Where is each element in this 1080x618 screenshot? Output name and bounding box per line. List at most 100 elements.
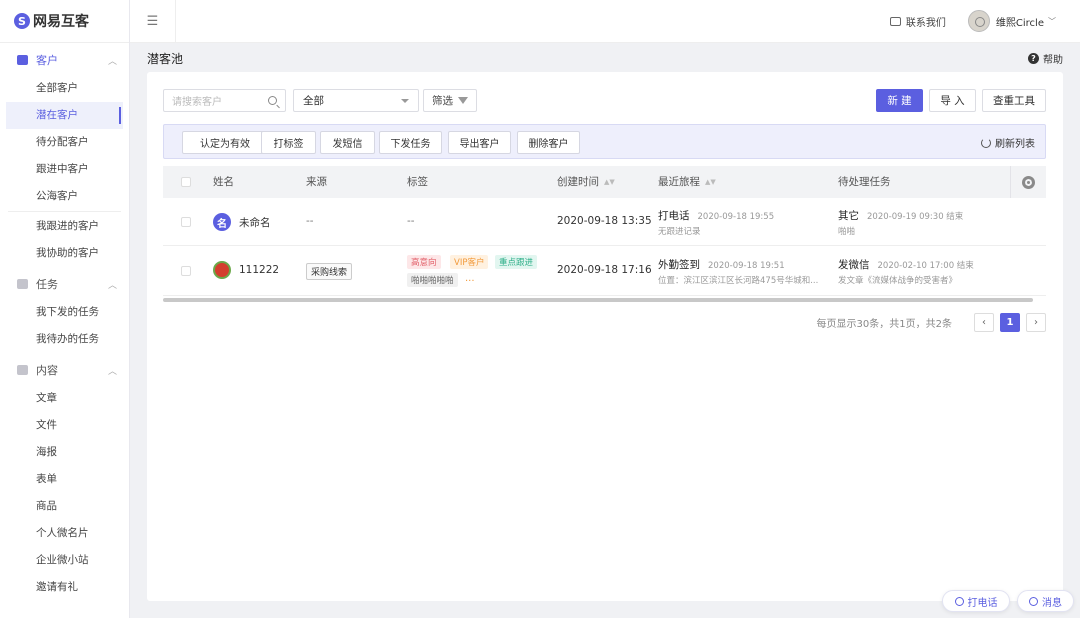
sidebar-item-files[interactable]: 文件 xyxy=(0,412,129,439)
search-input[interactable]: 请搜索客户 xyxy=(163,89,286,112)
customer-name[interactable]: 111222 xyxy=(239,264,279,276)
pagination: 每页显示30条，共1页，共2条 ‹ 1 › xyxy=(817,313,1046,332)
sidebar-item-all-customers[interactable]: 全部客户 xyxy=(0,75,129,102)
sidebar-item-forms[interactable]: 表单 xyxy=(0,466,129,493)
sidebar-item-following-customers[interactable]: 跟进中客户 xyxy=(0,156,129,183)
task-title: 其它 xyxy=(838,210,859,222)
search-placeholder: 请搜索客户 xyxy=(172,97,222,108)
journey-title: 打电话 xyxy=(658,210,690,222)
avatar xyxy=(967,10,990,32)
chevron-up-icon: ︿ xyxy=(107,280,117,291)
sidebar-item-referral[interactable]: 邀请有礼 xyxy=(0,574,129,601)
customer-card-icon xyxy=(17,55,28,65)
help-link[interactable]: ? 帮助 xyxy=(1028,51,1063,66)
help-label: 帮助 xyxy=(1043,55,1063,66)
new-button[interactable]: 新 建 xyxy=(876,89,923,112)
menu-toggle-button[interactable]: ☰ xyxy=(130,0,176,43)
export-customers-button[interactable]: 导出客户 xyxy=(448,131,511,154)
dedupe-tool-button[interactable]: 查重工具 xyxy=(982,89,1046,112)
message-float-button[interactable]: 消息 xyxy=(1017,590,1074,612)
table-header: 姓名 来源 标签 创建时间 ▲▼ 最近旅程 ▲▼ 待处理任务 xyxy=(163,166,1046,198)
table-row[interactable]: 111222 采购线索 高意向 VIP客户 重点跟进 啪啪啪啪啪 ... 202… xyxy=(163,246,1046,296)
assign-task-button[interactable]: 下发任务 xyxy=(379,131,442,154)
customer-tags: -- xyxy=(407,215,415,227)
table-row[interactable]: 名 未命名 -- -- 2020-09-18 13:35 打电话 2020-09-… xyxy=(163,198,1046,246)
tag-vip: VIP客户 xyxy=(450,255,489,269)
mark-valid-button[interactable]: 认定为有效 xyxy=(182,131,268,154)
delete-customers-button[interactable]: 删除客户 xyxy=(517,131,580,154)
sidebar-item-micro-site[interactable]: 企业微小站 xyxy=(0,547,129,574)
brand-logo[interactable]: S 网易互客 xyxy=(0,0,129,43)
chat-icon xyxy=(889,16,901,26)
sidebar-item-public-customers[interactable]: 公海客户 xyxy=(0,183,129,210)
column-journey-label: 最近旅程 xyxy=(658,176,700,188)
tag-key-follow: 重点跟进 xyxy=(495,255,538,269)
avatar: 名 xyxy=(213,213,231,231)
help-icon: ? xyxy=(1028,53,1039,64)
select-value: 全部 xyxy=(303,95,324,107)
sidebar-item-posters[interactable]: 海报 xyxy=(0,439,129,466)
contact-label: 联系我们 xyxy=(905,17,946,29)
contact-us-link[interactable]: 联系我们 xyxy=(889,14,946,29)
created-time: 2020-09-18 17:16 xyxy=(557,264,652,276)
phone-icon xyxy=(954,596,964,606)
sidebar-item-my-assisted[interactable]: 我协助的客户 xyxy=(0,240,129,267)
journey-time: 2020-09-18 19:51 xyxy=(708,261,785,271)
bulk-action-bar: 认定为有效 打标签 发短信 下发任务 导出客户 删除客户 刷新列表 xyxy=(163,124,1046,159)
task-entry: 发微信 2020-02-10 17:00 结束 xyxy=(838,257,974,272)
next-page-button[interactable]: › xyxy=(1026,313,1046,332)
tag-high-intent: 高意向 xyxy=(407,255,441,269)
chevron-up-icon: ︿ xyxy=(107,56,117,67)
row-checkbox[interactable] xyxy=(181,217,191,227)
gear-icon xyxy=(1022,175,1035,189)
sidebar-item-unassigned-customers[interactable]: 待分配客户 xyxy=(0,129,129,156)
sidebar-item-articles[interactable]: 文章 xyxy=(0,385,129,412)
column-source: 来源 xyxy=(306,176,327,188)
main-panel: 请搜索客户 全部 筛选 新 建 导 入 查重工具 认定为有效 打标签 发短信 下… xyxy=(147,72,1063,601)
row-checkbox[interactable] xyxy=(181,266,191,276)
chevron-down-icon xyxy=(401,98,409,103)
tag-button[interactable]: 打标签 xyxy=(261,131,316,154)
chevron-up-icon: ︿ xyxy=(107,366,117,377)
filter-button[interactable]: 筛选 xyxy=(423,89,477,112)
horizontal-scrollbar[interactable] xyxy=(163,298,1033,302)
journey-title: 外勤签到 xyxy=(658,259,700,271)
refresh-list-button[interactable]: 刷新列表 xyxy=(981,135,1035,150)
nav-group-content[interactable]: 内容 ︿ xyxy=(0,355,129,385)
brand-name: 网易互客 xyxy=(33,14,89,30)
send-sms-button[interactable]: 发短信 xyxy=(320,131,375,154)
call-float-button[interactable]: 打电话 xyxy=(942,590,1010,612)
column-name: 姓名 xyxy=(213,176,234,188)
select-all-checkbox[interactable] xyxy=(181,177,191,187)
filter-label: 筛选 xyxy=(432,95,453,107)
more-tags[interactable]: ... xyxy=(465,273,475,284)
column-journey[interactable]: 最近旅程 ▲▼ xyxy=(658,166,716,198)
column-created[interactable]: 创建时间 ▲▼ xyxy=(557,166,615,198)
import-button[interactable]: 导 入 xyxy=(929,89,976,112)
scope-select[interactable]: 全部 xyxy=(293,89,419,112)
task-title: 发微信 xyxy=(838,259,870,271)
chevron-down-icon: ﹀ xyxy=(1048,16,1056,26)
nav-group-tasks[interactable]: 任务 ︿ xyxy=(0,269,129,299)
refresh-icon xyxy=(981,137,991,148)
sidebar-item-products[interactable]: 商品 xyxy=(0,493,129,520)
sidebar-item-business-card[interactable]: 个人微名片 xyxy=(0,520,129,547)
sidebar-item-potential-customers[interactable]: 潜在客户 xyxy=(6,102,123,129)
sidebar-item-todo-tasks[interactable]: 我待办的任务 xyxy=(0,326,129,353)
prev-page-button[interactable]: ‹ xyxy=(974,313,994,332)
task-time: 2020-09-19 09:30 结束 xyxy=(867,212,964,222)
task-detail: 啪啪 xyxy=(838,227,856,237)
tag-custom: 啪啪啪啪啪 xyxy=(407,273,458,287)
user-menu[interactable]: 维熙Circle ﹀ xyxy=(967,10,1056,32)
sidebar-item-issued-tasks[interactable]: 我下发的任务 xyxy=(0,299,129,326)
current-page-button[interactable]: 1 xyxy=(1000,313,1020,332)
user-name: 维熙Circle xyxy=(995,17,1044,29)
nav-group-customers[interactable]: 客户 ︿ xyxy=(0,45,129,75)
journey-time: 2020-09-18 19:55 xyxy=(697,212,775,222)
sidebar: S 网易互客 客户 ︿ 全部客户 潜在客户 待分配客户 跟进中客户 公海客户 我… xyxy=(0,0,130,618)
sidebar-item-my-followed[interactable]: 我跟进的客户 xyxy=(0,213,129,240)
customer-name[interactable]: 未命名 xyxy=(239,215,271,230)
search-icon xyxy=(268,96,277,105)
nav-group-label: 内容 xyxy=(36,364,58,377)
column-settings-button[interactable] xyxy=(1010,166,1046,198)
